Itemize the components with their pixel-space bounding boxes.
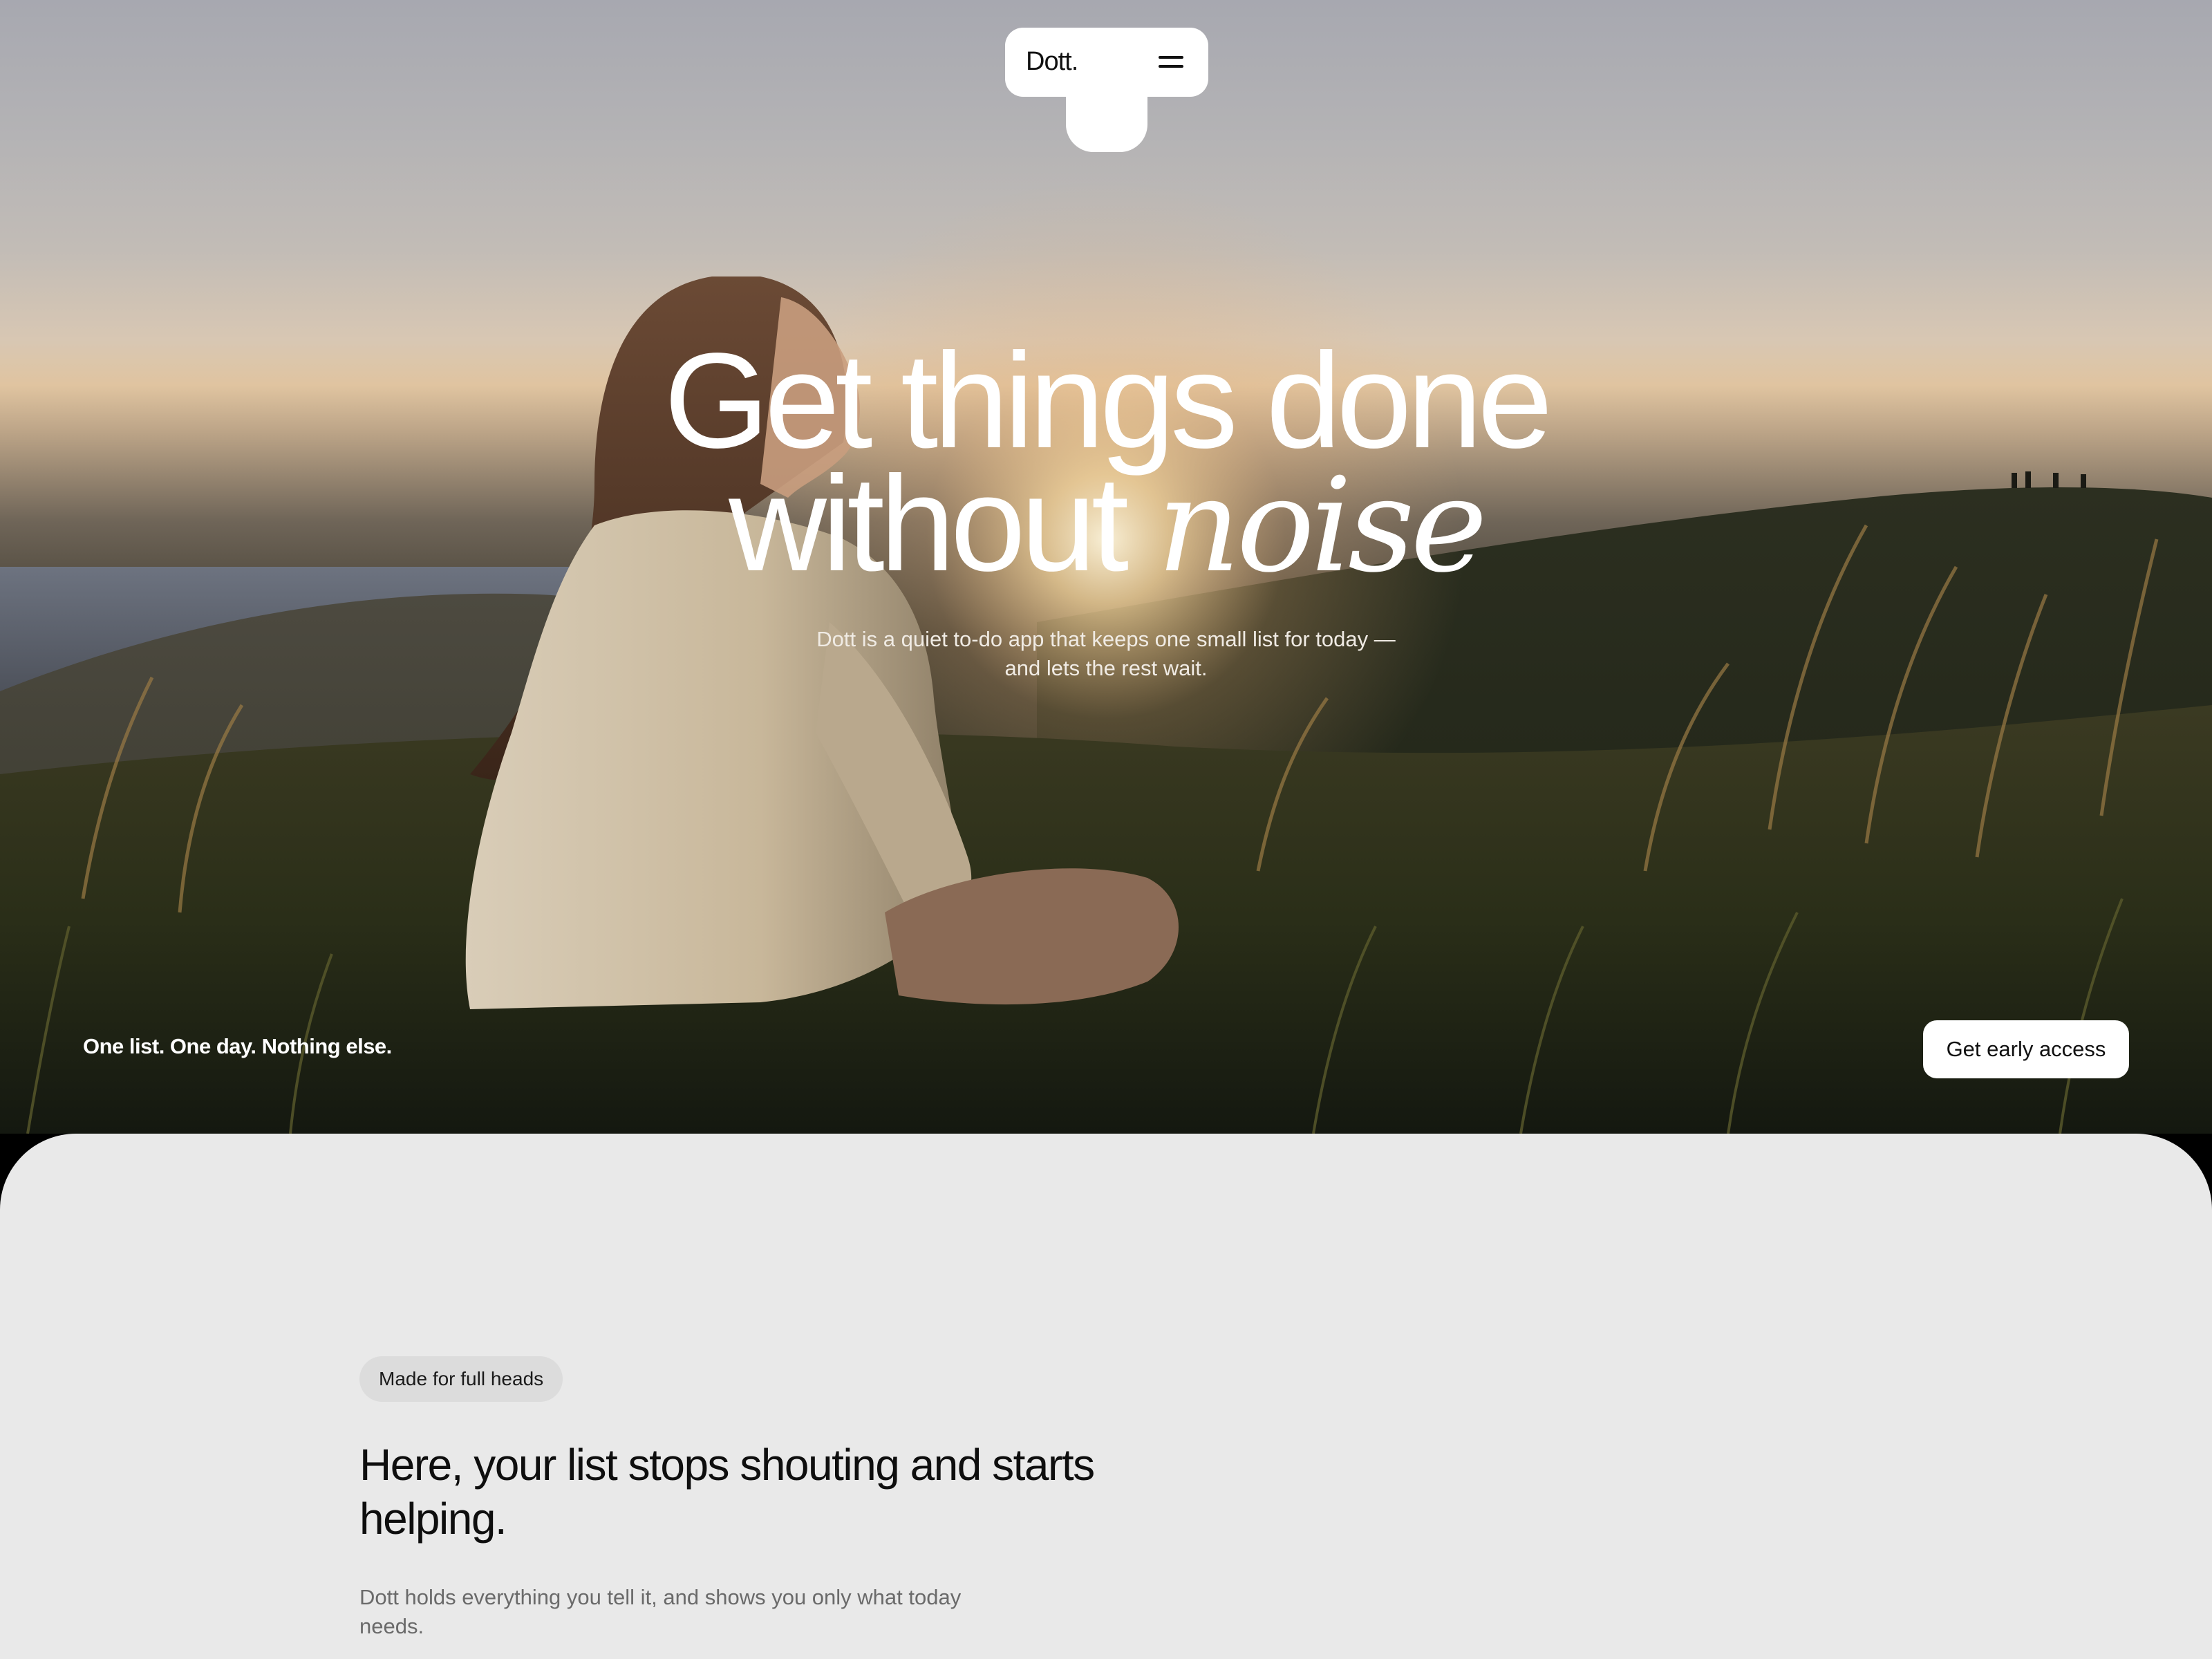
hero-subtitle: Dott is a quiet to-do app that keeps one… bbox=[760, 625, 1452, 683]
section-body: Dott holds everything you tell it, and s… bbox=[359, 1585, 962, 1638]
hamburger-menu-icon[interactable] bbox=[1159, 53, 1183, 71]
headline-plain-word: without bbox=[729, 448, 1129, 599]
headline-accent-word: noise bbox=[1156, 450, 1488, 601]
hero-headline-line-2: without noise bbox=[0, 448, 2212, 602]
nav-pill-tab bbox=[1066, 88, 1147, 152]
get-early-access-button[interactable]: Get early access bbox=[1923, 1020, 2129, 1078]
hero-tagline: One list. One day. Nothing else. bbox=[83, 1034, 392, 1058]
section-title: Here, your list stops shouting and start… bbox=[359, 1440, 1095, 1544]
intro-section: Made for full heads Here, your list stop… bbox=[0, 1134, 2212, 1659]
section-badge: Made for full heads bbox=[359, 1356, 563, 1402]
menu-bar-top bbox=[1159, 56, 1183, 59]
top-nav-pill: Dott. bbox=[1005, 28, 1208, 97]
hero-subtitle-line-2: and lets the rest wait. bbox=[1004, 656, 1208, 680]
menu-bar-bottom bbox=[1159, 65, 1183, 68]
logo[interactable]: Dott. bbox=[1026, 47, 1078, 77]
hero-subtitle-line-1: Dott is a quiet to-do app that keeps one… bbox=[816, 627, 1396, 651]
hero-section: Dott. Get things done without noise Dott… bbox=[0, 0, 2212, 1134]
